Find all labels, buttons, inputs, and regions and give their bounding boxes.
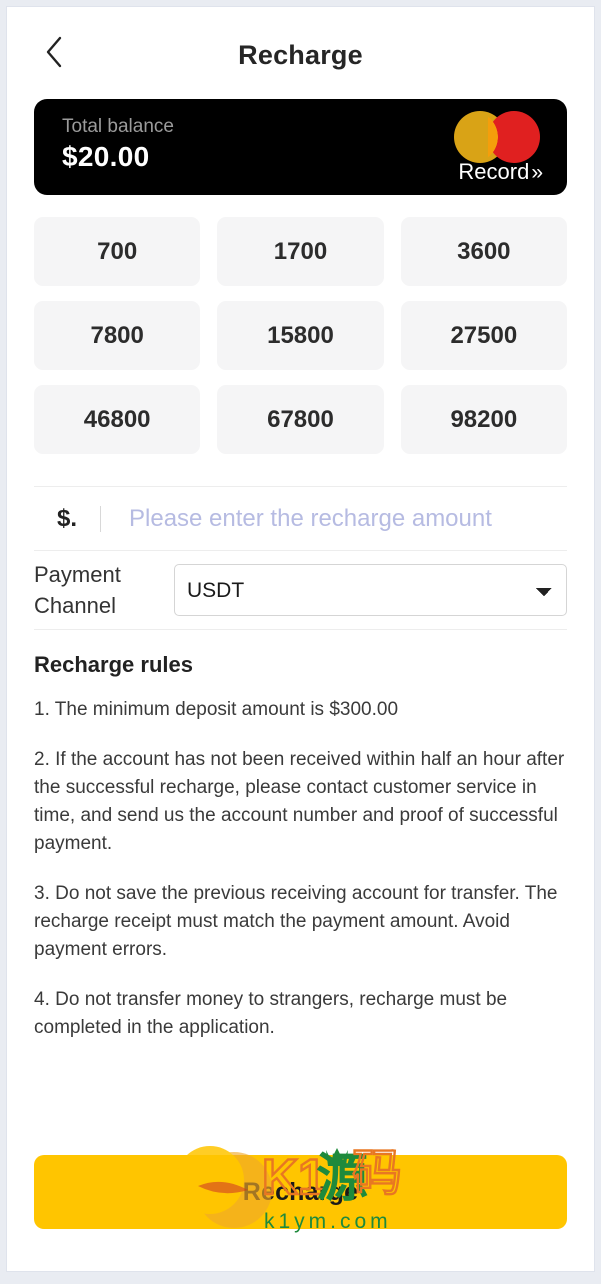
amount-option-button[interactable]: 3600: [400, 217, 567, 286]
payment-channel-row: Payment Channel USDT: [34, 551, 567, 631]
recharge-amount-input[interactable]: [129, 504, 567, 533]
record-chevron-icon: »: [531, 161, 543, 184]
mastercard-overlap: [488, 111, 506, 163]
rule-item: 2. If the account has not been received …: [34, 749, 565, 855]
mastercard-icon: [454, 111, 540, 163]
app-screen: Recharge Total balance $20.00 Record» 70…: [6, 6, 595, 1272]
amount-option-button[interactable]: 46800: [34, 385, 201, 454]
payment-channel-select[interactable]: USDT: [174, 564, 567, 617]
record-label: Record: [458, 159, 530, 184]
balance-card: Total balance $20.00 Record»: [34, 99, 567, 195]
amount-option-button[interactable]: 15800: [217, 301, 384, 370]
amount-option-button[interactable]: 700: [34, 217, 201, 286]
rules-title: Recharge rules: [34, 652, 193, 678]
app-header: Recharge: [7, 7, 594, 85]
amount-option-button[interactable]: 98200: [400, 385, 567, 454]
currency-prefix: $.: [56, 504, 77, 532]
rule-item: 1. The minimum deposit amount is $300.00: [34, 699, 399, 721]
amount-option-button[interactable]: 1700: [217, 217, 384, 286]
amount-option-button[interactable]: 27500: [400, 301, 567, 370]
amount-option-button[interactable]: 7800: [34, 301, 201, 370]
amount-options-grid: 700 1700 3600 7800 15800 27500 46800 678…: [34, 217, 567, 454]
record-link[interactable]: Record»: [458, 159, 543, 185]
rule-item: 3. Do not save the previous receiving ac…: [34, 883, 558, 960]
amount-input-row: $.: [34, 486, 567, 551]
payment-channel-label: Payment Channel: [34, 562, 121, 619]
amount-option-button[interactable]: 67800: [217, 385, 384, 454]
recharge-submit-button[interactable]: Recharge: [34, 1155, 567, 1229]
page-title: Recharge: [238, 40, 363, 70]
rule-item: 4. Do not transfer money to strangers, r…: [34, 988, 508, 1038]
submit-area: Recharge K1 源 码 k1ym.com: [34, 1143, 567, 1233]
balance-amount: $20.00: [62, 141, 150, 172]
balance-label: Total balance: [62, 116, 174, 137]
input-divider: [100, 505, 101, 532]
recharge-rules-section: Recharge rules 1. The minimum deposit am…: [34, 652, 567, 1041]
